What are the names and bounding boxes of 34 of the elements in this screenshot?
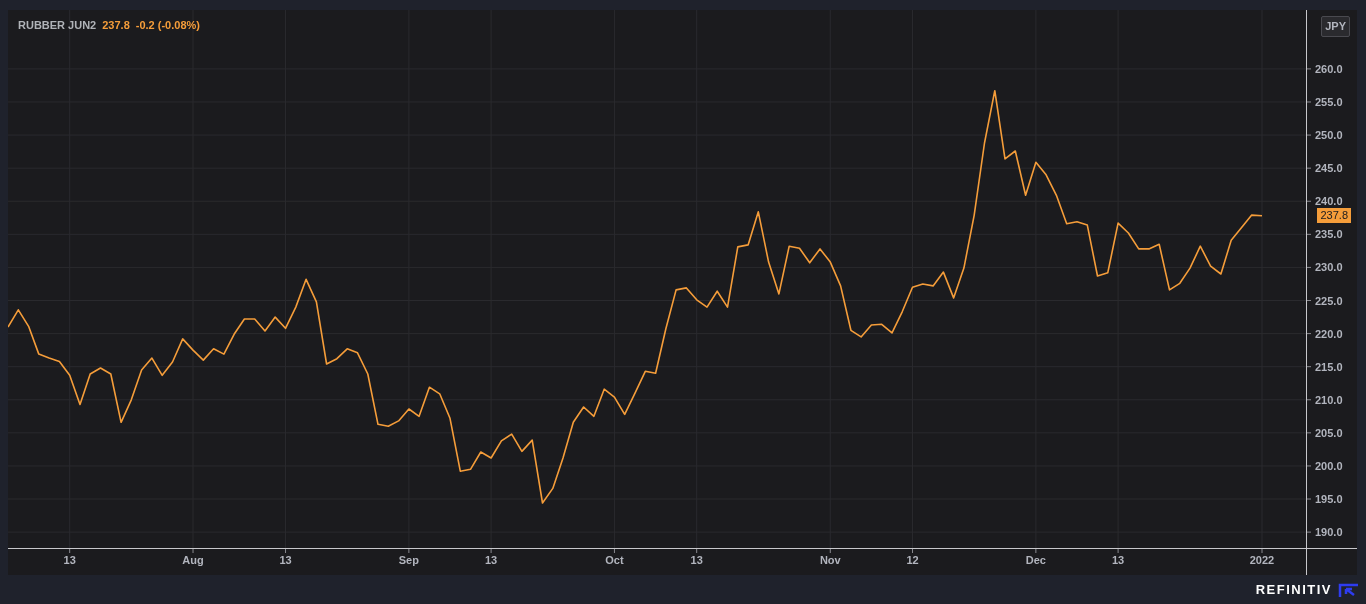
axis-tick-label: 190.0 — [1315, 526, 1343, 539]
axis-tick-label: Sep — [398, 554, 419, 566]
axis-tick-label: 255.0 — [1315, 96, 1343, 108]
axis-tick-label: Oct — [605, 554, 624, 566]
axis-tick-label: 260.0 — [1315, 62, 1343, 75]
axis-tick-label: 225.0 — [1315, 294, 1343, 307]
currency-badge: JPY — [1321, 16, 1350, 37]
price-change: -0.2 (-0.08%) — [135, 18, 200, 33]
axis-tick-label: 235.0 — [1315, 228, 1343, 241]
axis-tick-label: 12 — [906, 554, 919, 566]
axis-tick-label: 13 — [484, 554, 498, 566]
axis-tick-label: 195.0 — [1315, 493, 1343, 506]
axis-tick-label: 13 — [1111, 554, 1125, 566]
last-price-tag: 237.8 — [1317, 208, 1351, 224]
logo-icon — [1338, 582, 1360, 597]
symbol-label: RUBBER JUN2 — [18, 18, 97, 33]
axis-tick-label: Nov — [819, 554, 841, 566]
axis-tick-label: 2022 — [1249, 554, 1275, 566]
axis-tick-label: 245.0 — [1315, 162, 1343, 175]
axis-tick-label: 240.0 — [1315, 195, 1343, 208]
axis-tick-label: 13 — [279, 554, 292, 566]
axis-tick-label: 200.0 — [1315, 459, 1343, 472]
axis-tick-label: 215.0 — [1315, 360, 1343, 373]
axis-tick-label: 230.0 — [1315, 261, 1343, 274]
axis-tick-label: 205.0 — [1315, 426, 1343, 439]
axis-tick-label: 13 — [690, 554, 703, 566]
axis-tick-label: 220.0 — [1315, 327, 1343, 340]
price-value: 237.8 — [102, 18, 130, 33]
axis-tick-label: 210.0 — [1315, 393, 1343, 406]
axis-tick-label: Aug — [182, 554, 204, 566]
brand-logo-text: REFINITIV — [1255, 580, 1332, 599]
axis-tick-label: 250.0 — [1315, 129, 1343, 142]
axis-tick-label: Dec — [1025, 554, 1046, 566]
axis-tick-label: 13 — [63, 554, 76, 566]
